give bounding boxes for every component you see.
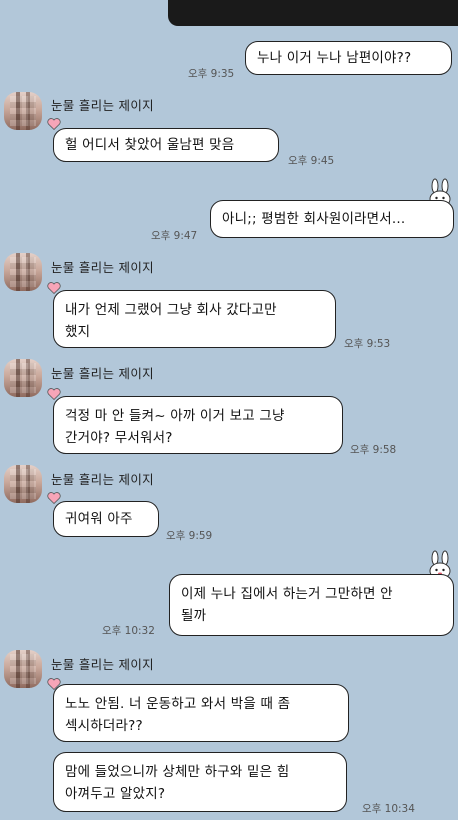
avatar[interactable] (4, 465, 42, 503)
message-line: 섹시하더라?? (65, 718, 143, 734)
received-message-bubble[interactable]: 헐 어디서 찾았어 울남편 맞음 (53, 128, 279, 162)
received-message-bubble[interactable]: 내가 언제 그랬어 그냥 회사 갔다고만 했지 (53, 290, 336, 348)
message-line: 이제 누나 집에서 하는거 그만하면 안 (181, 586, 393, 602)
message-line: 될까 (181, 608, 207, 624)
message-time: 오후 9:53 (344, 338, 391, 350)
dark-media-header (168, 0, 458, 26)
avatar[interactable] (4, 650, 42, 688)
message-line: 내가 언제 그랬어 그냥 회사 갔다고만 (65, 302, 277, 318)
message-line: 했지 (65, 324, 91, 340)
message-time: 오후 10:32 (102, 625, 155, 637)
avatar[interactable] (4, 253, 42, 291)
sender-name: 눈물 흘리는 제이지 (51, 472, 154, 487)
sender-name: 눈물 흘리는 제이지 (51, 260, 154, 275)
message-line: 아껴두고 알았지? (65, 786, 166, 802)
message-time: 오후 9:45 (288, 155, 335, 167)
message-time: 오후 10:34 (362, 803, 415, 815)
sender-name: 눈물 흘리는 제이지 (51, 98, 154, 113)
received-message-bubble[interactable]: 노노 안됨. 너 운동하고 와서 박을 때 좀 섹시하더라?? (53, 684, 349, 742)
heart-icon (47, 118, 61, 130)
message-time: 오후 9:58 (350, 444, 397, 456)
message-line: 걱정 마 안 들켜~ 아까 이거 보고 그냥 (65, 408, 285, 424)
received-message-bubble[interactable]: 귀여워 아주 (53, 501, 159, 537)
sender-name: 눈물 흘리는 제이지 (51, 657, 154, 672)
message-time: 오후 9:35 (188, 68, 235, 80)
sent-message-bubble[interactable]: 이제 누나 집에서 하는거 그만하면 안 될까 (169, 574, 454, 636)
message-time: 오후 9:59 (166, 530, 213, 542)
received-message-bubble[interactable]: 걱정 마 안 들켜~ 아까 이거 보고 그냥 간거야? 무서워서? (53, 396, 343, 454)
message-line: 노노 안됨. 너 운동하고 와서 박을 때 좀 (65, 696, 291, 712)
sent-message-bubble[interactable]: 누나 이거 누나 남편이야?? (245, 41, 452, 75)
avatar[interactable] (4, 359, 42, 397)
message-line: 간거야? 무서워서? (65, 430, 173, 446)
avatar[interactable] (4, 92, 42, 130)
sender-name: 눈물 흘리는 제이지 (51, 366, 154, 381)
received-message-bubble[interactable]: 맘에 들었으니까 상체만 하구와 밑은 힘 아껴두고 알았지? (53, 752, 347, 812)
message-time: 오후 9:47 (151, 230, 198, 242)
message-line: 맘에 들었으니까 상체만 하구와 밑은 힘 (65, 764, 290, 780)
sent-message-bubble[interactable]: 아니;; 평범한 회사원이라면서... (210, 200, 454, 238)
